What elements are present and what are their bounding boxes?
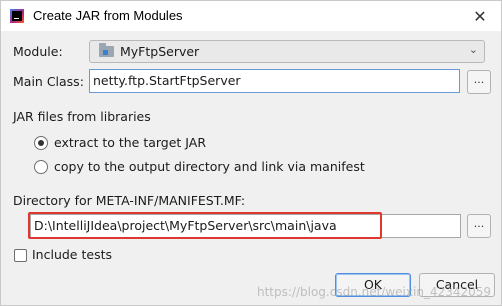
module-combobox[interactable]: MyFtpServer ⌄: [89, 40, 485, 63]
manifest-dir-label: Directory for META-INF/MANIFEST.MF:: [13, 193, 246, 208]
copy-radio[interactable]: [34, 160, 48, 174]
module-value: MyFtpServer: [120, 44, 200, 59]
jar-files-group-label: JAR files from libraries: [13, 109, 151, 124]
chevron-down-icon: ⌄: [468, 43, 478, 56]
group-divider: [13, 125, 493, 126]
include-tests-label[interactable]: Include tests: [32, 247, 112, 262]
window-title: Create JAR from Modules: [33, 8, 183, 23]
include-tests-checkbox[interactable]: [14, 249, 27, 262]
module-label: Module:: [13, 44, 63, 59]
extract-radio-label[interactable]: extract to the target JAR: [54, 135, 206, 150]
red-highlight-box: [28, 212, 382, 239]
main-class-input[interactable]: netty.ftp.StartFtpServer: [89, 69, 460, 93]
create-jar-dialog: Create JAR from Modules ✕ Module: MyFtpS…: [0, 0, 502, 306]
main-class-label: Main Class:: [13, 74, 84, 89]
intellij-idea-icon: [10, 9, 24, 23]
copy-radio-label[interactable]: copy to the output directory and link vi…: [54, 159, 365, 174]
module-folder-icon: [99, 43, 114, 57]
close-button[interactable]: ✕: [459, 1, 501, 31]
watermark: https://blog.csdn.net/weixin_42342059: [256, 285, 491, 299]
title-bar: Create JAR from Modules ✕: [1, 1, 501, 31]
main-class-browse-button[interactable]: ...: [467, 70, 491, 94]
manifest-dir-browse-button[interactable]: ...: [467, 214, 491, 238]
extract-radio[interactable]: [34, 136, 48, 150]
